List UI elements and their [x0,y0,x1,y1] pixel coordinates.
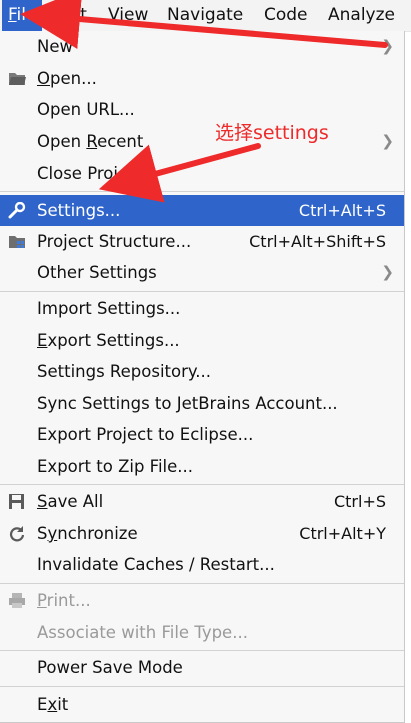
separator [0,191,404,192]
folder-icon [8,70,26,87]
menu-item-label: Exit [37,695,69,714]
menu-item-close-project[interactable]: Close Project [0,158,404,189]
menu-item-label: New [37,37,73,56]
menu-item-label: Other Settings [37,263,157,282]
menu-item-label: Open... [37,69,97,88]
separator [0,583,404,584]
refresh-icon [8,525,26,542]
menu-item-label: Associate with File Type... [37,623,248,642]
shortcut-label: Ctrl+Alt+Y [299,524,386,543]
menu-item-project-structure[interactable]: Project Structure... Ctrl+Alt+Shift+S [0,226,404,257]
file-menu: New ❯ Open... Open URL... Open Recent ❯ … [0,31,405,723]
shortcut-label: Ctrl+Alt+Shift+S [249,232,386,251]
menu-item-settings-repository[interactable]: Settings Repository... [0,356,404,387]
menu-item-import-settings[interactable]: Import Settings... [0,293,404,324]
menu-item-label: Invalidate Caches / Restart... [37,555,275,574]
annotation-label: 选择settings [215,122,329,144]
menu-item-label: Settings... [37,201,121,220]
menu-item-label: Print... [37,591,91,610]
menu-item-label: Sync Settings to JetBrains Account... [37,394,338,413]
shortcut-label: Ctrl+Alt+S [298,201,386,220]
menu-code[interactable]: Code [258,0,314,31]
printer-icon [8,592,26,609]
menu-item-label: Export to Zip File... [37,457,194,476]
menu-item-associate-file-type: Associate with File Type... [0,617,404,648]
menu-item-label: Power Save Mode [37,658,183,677]
menu-item-save-all[interactable]: Save All Ctrl+S [0,486,404,517]
menu-item-sync-settings[interactable]: Sync Settings to JetBrains Account... [0,388,404,419]
separator [0,291,404,292]
chevron-right-icon: ❯ [381,132,394,150]
menu-item-print: Print... [0,585,404,616]
menu-item-label: Open Recent [37,132,144,151]
menu-view[interactable]: View [102,0,154,31]
menu-item-other-settings[interactable]: Other Settings ❯ [0,257,404,288]
menu-item-label: Settings Repository... [37,362,212,381]
menu-item-open-recent[interactable]: Open Recent ❯ [0,126,404,157]
menu-analyze[interactable]: Analyze [322,0,401,31]
menu-item-new[interactable]: New ❯ [0,31,404,62]
menu-bar: File Edit View Navigate Code Analyze [0,0,411,32]
project-structure-icon [8,233,26,250]
shortcut-label: Ctrl+S [333,492,386,511]
separator [0,686,404,687]
menu-item-exit[interactable]: Exit [0,689,404,720]
menu-navigate[interactable]: Navigate [161,0,249,31]
menu-item-settings[interactable]: Settings... Ctrl+Alt+S [0,195,404,226]
wrench-icon [8,201,26,219]
chevron-right-icon: ❯ [381,263,394,281]
menu-item-label: Export Project to Eclipse... [37,425,254,444]
menu-edit[interactable]: Edit [48,0,93,31]
menu-item-open[interactable]: Open... [0,63,404,94]
menu-item-export-zip[interactable]: Export to Zip File... [0,451,404,482]
separator [0,484,404,485]
menu-item-label: Import Settings... [37,299,181,318]
save-icon [8,493,26,510]
menu-item-label: Export Settings... [37,331,180,350]
menu-item-invalidate-caches[interactable]: Invalidate Caches / Restart... [0,549,404,580]
menu-file[interactable]: File [2,0,43,31]
menu-item-synchronize[interactable]: Synchronize Ctrl+Alt+Y [0,518,404,549]
menu-item-export-eclipse[interactable]: Export Project to Eclipse... [0,419,404,450]
separator [0,650,404,651]
menu-item-power-save-mode[interactable]: Power Save Mode [0,652,404,683]
menu-item-label: Close Project [37,164,144,183]
menu-item-label: Project Structure... [37,232,192,251]
menu-item-label: Open URL... [37,100,135,119]
chevron-right-icon: ❯ [381,37,394,55]
menu-item-label: Synchronize [37,524,138,543]
menu-item-open-url[interactable]: Open URL... [0,94,404,125]
menu-item-label: Save All [37,492,104,511]
menu-item-export-settings[interactable]: Export Settings... [0,325,404,356]
